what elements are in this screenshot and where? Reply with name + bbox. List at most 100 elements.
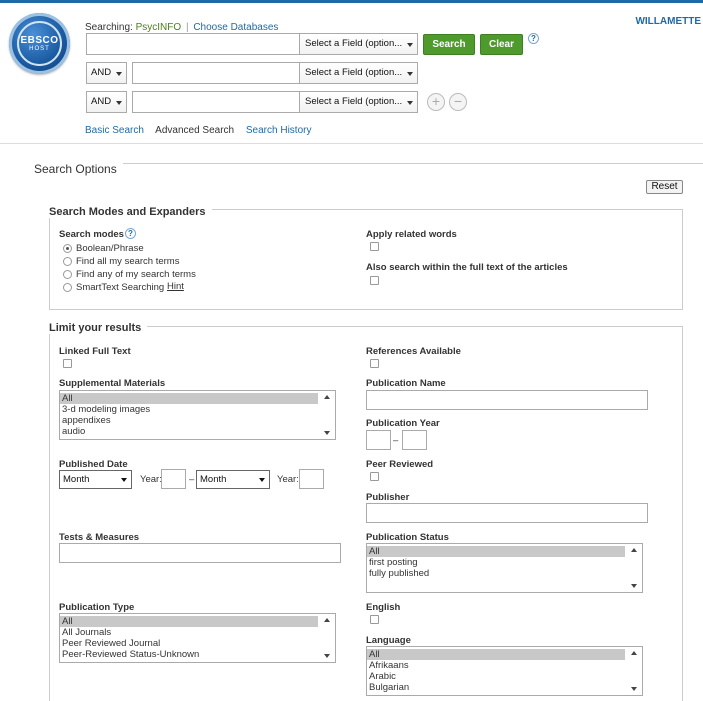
references-available-checkbox[interactable] [370, 359, 379, 368]
chevron-down-icon [116, 72, 122, 76]
list-item[interactable]: Arabic [367, 671, 625, 682]
references-available-label: References Available [366, 346, 461, 357]
list-item[interactable]: All [367, 546, 625, 557]
divider [34, 163, 703, 164]
list-item[interactable]: Bulgarian [367, 682, 625, 693]
scroll-up-icon[interactable] [631, 651, 637, 655]
scroll-down-icon[interactable] [324, 431, 330, 435]
english-label: English [366, 602, 401, 613]
boolean-select-2[interactable]: AND [86, 62, 127, 84]
search-options-title: Search Options [34, 162, 123, 176]
language-listbox[interactable]: All Afrikaans Arabic Bulgarian [366, 646, 643, 696]
list-item[interactable]: first posting [367, 557, 625, 568]
language-label: Language [366, 635, 411, 646]
list-item[interactable]: audio [60, 426, 318, 437]
search-input-2[interactable] [132, 62, 300, 84]
radio-boolean-phrase[interactable] [63, 244, 72, 253]
linked-full-text-checkbox[interactable] [63, 359, 72, 368]
scroll-down-icon[interactable] [631, 687, 637, 691]
year-range-dash: – [393, 435, 399, 446]
separator: | [185, 22, 189, 33]
basic-search-link[interactable]: Basic Search [85, 125, 144, 136]
published-date-to-year-input[interactable] [299, 469, 324, 489]
publication-year-label: Publication Year [366, 418, 440, 429]
field-select-2[interactable]: Select a Field (option... [299, 62, 418, 84]
publication-status-listbox[interactable]: All first posting fully published [366, 543, 643, 593]
list-item[interactable]: All [367, 649, 625, 660]
scrollbar[interactable] [320, 391, 335, 439]
help-icon[interactable]: ? [528, 33, 539, 44]
list-item[interactable]: All Journals [60, 627, 318, 638]
search-mode-links: Basic Search Advanced Search Search Hist… [85, 125, 320, 136]
list-item[interactable]: Peer-Reviewed Status-Unknown [60, 649, 318, 660]
publication-year-to-input[interactable] [402, 430, 427, 450]
institution-name[interactable]: WILLAMETTE [635, 16, 701, 27]
english-checkbox[interactable] [370, 615, 379, 624]
scroll-up-icon[interactable] [324, 618, 330, 622]
add-row-icon[interactable]: + [427, 93, 445, 111]
publisher-label: Publisher [366, 492, 410, 503]
hint-link[interactable]: Hint [167, 281, 184, 292]
search-options-panel: Search Options Reset Search Modes and Ex… [34, 156, 703, 701]
radio-find-any-label: Find any of my search terms [76, 269, 196, 280]
field-select-3[interactable]: Select a Field (option... [299, 91, 418, 113]
limit-results-title: Limit your results [49, 322, 148, 334]
published-date-from-month-select[interactable]: Month [59, 470, 132, 489]
search-button[interactable]: Search [423, 34, 475, 55]
chevron-down-icon [407, 43, 413, 47]
full-text-search-checkbox[interactable] [370, 276, 379, 285]
publication-type-listbox[interactable]: All All Journals Peer Reviewed Journal P… [59, 613, 336, 663]
radio-boolean-phrase-label: Boolean/Phrase [76, 243, 144, 254]
scroll-up-icon[interactable] [631, 548, 637, 552]
chevron-down-icon [407, 72, 413, 76]
date-range-dash: – [189, 474, 195, 485]
chevron-down-icon [407, 101, 413, 105]
advanced-search-link[interactable]: Advanced Search [155, 125, 234, 136]
publication-year-from-input[interactable] [366, 430, 391, 450]
list-item[interactable]: appendixes [60, 415, 318, 426]
search-input-3[interactable] [132, 91, 300, 113]
radio-find-all[interactable] [63, 257, 72, 266]
searching-indicator: Searching: PsycINFO | Choose Databases [85, 22, 278, 33]
month-select-label: Month [200, 474, 227, 485]
search-input-1[interactable] [86, 33, 300, 55]
help-icon[interactable]: ? [125, 228, 136, 239]
field-select-1-label: Select a Field (option... [305, 38, 403, 49]
list-item[interactable]: All [60, 616, 318, 627]
search-history-link[interactable]: Search History [246, 125, 312, 136]
list-item[interactable]: 3-d modeling images [60, 404, 318, 415]
apply-related-words-label: Apply related words [366, 229, 457, 240]
tests-measures-input[interactable] [59, 543, 341, 563]
radio-smarttext[interactable] [63, 283, 72, 292]
scroll-down-icon[interactable] [324, 654, 330, 658]
remove-row-icon[interactable]: − [449, 93, 467, 111]
reset-button[interactable]: Reset [646, 180, 683, 194]
scroll-down-icon[interactable] [631, 584, 637, 588]
scrollbar[interactable] [627, 647, 642, 695]
published-date-from-year-input[interactable] [161, 469, 186, 489]
scrollbar[interactable] [627, 544, 642, 592]
publication-name-input[interactable] [366, 390, 648, 410]
scrollbar[interactable] [320, 614, 335, 662]
field-select-1[interactable]: Select a Field (option... [299, 33, 418, 55]
month-select-label: Month [63, 474, 90, 485]
publisher-input[interactable] [366, 503, 648, 523]
list-item[interactable]: fully published [367, 568, 625, 579]
scroll-up-icon[interactable] [324, 395, 330, 399]
list-item[interactable]: Afrikaans [367, 660, 625, 671]
boolean-select-3[interactable]: AND [86, 91, 127, 113]
clear-button[interactable]: Clear [480, 34, 523, 55]
field-select-2-label: Select a Field (option... [305, 67, 403, 78]
tests-measures-label: Tests & Measures [59, 532, 140, 543]
published-date-to-month-select[interactable]: Month [196, 470, 270, 489]
ebsco-host-logo[interactable]: EBSCO HOST [9, 13, 70, 74]
radio-find-any[interactable] [63, 270, 72, 279]
supplemental-materials-listbox[interactable]: All 3-d modeling images appendixes audio [59, 390, 336, 440]
search-modes-title: Search Modes and Expanders [49, 206, 212, 218]
radio-smarttext-label: SmartText Searching [76, 282, 165, 293]
list-item[interactable]: Peer Reviewed Journal [60, 638, 318, 649]
list-item[interactable]: All [60, 393, 318, 404]
choose-databases-link[interactable]: Choose Databases [193, 22, 278, 33]
peer-reviewed-checkbox[interactable] [370, 472, 379, 481]
apply-related-words-checkbox[interactable] [370, 242, 379, 251]
